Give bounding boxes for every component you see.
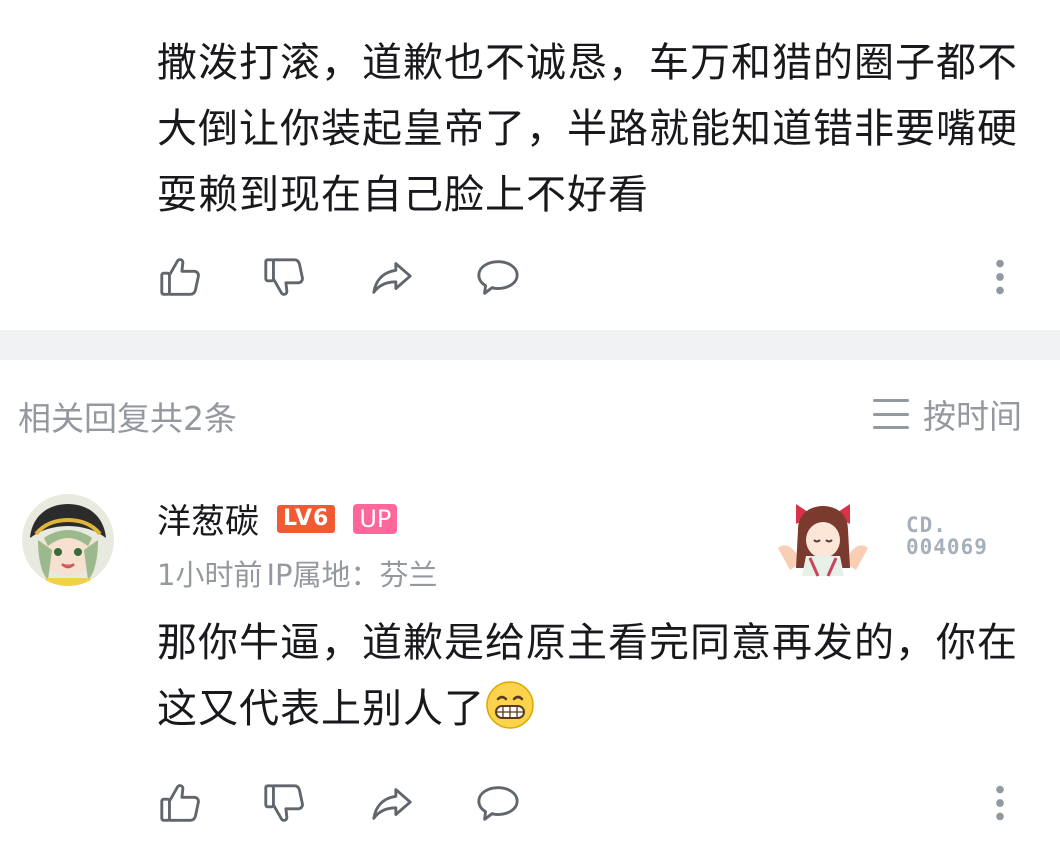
thumbs-up-icon[interactable] xyxy=(155,778,205,828)
comment-icon[interactable] xyxy=(473,252,523,302)
decoration-number: CD. 004069 xyxy=(906,514,988,558)
reply-text: 那你牛逼，道歉是给原主看完同意再发的，你在这又代表上别人了 xyxy=(157,610,1037,742)
section-divider xyxy=(0,330,1060,360)
decoration-number-line1: CD. xyxy=(906,513,947,537)
sort-label: 按时间 xyxy=(923,397,1022,436)
comment-icon[interactable] xyxy=(473,778,523,828)
up-badge: UP xyxy=(353,503,398,534)
username[interactable]: 洋葱碳 xyxy=(157,494,259,543)
reply-meta: 1小时前 IP属地：芬兰 xyxy=(157,552,438,594)
thumbs-down-icon[interactable] xyxy=(259,252,309,302)
sort-toggle-button[interactable]: 按时间 xyxy=(873,390,1022,438)
root-comment-action-bar xyxy=(155,252,1035,302)
grinning-face-icon xyxy=(486,681,534,729)
menu-lines-icon xyxy=(873,399,909,429)
more-vertical-icon[interactable] xyxy=(975,778,1025,828)
replies-count-label: 相关回复共2条 xyxy=(18,399,237,438)
reply-author-row: 洋葱碳 LV6 UP xyxy=(157,494,398,543)
root-comment: 撒泼打滚，道歉也不诚恳，车万和猎的圈子都不大倒让你装起皇帝了，半路就能知道错非要… xyxy=(0,0,1060,330)
level-badge: LV6 xyxy=(277,504,336,533)
share-icon[interactable] xyxy=(367,778,417,828)
reply-time: 1小时前 xyxy=(157,558,263,592)
avatar[interactable] xyxy=(22,494,114,586)
reply-item: 洋葱碳 LV6 UP 1小时前 IP属地：芬兰 CD. 004069 那你牛逼，… xyxy=(0,470,1060,852)
thumbs-up-icon[interactable] xyxy=(155,252,205,302)
root-comment-text: 撒泼打滚，道歉也不诚恳，车万和猎的圈子都不大倒让你装起皇帝了，半路就能知道错非要… xyxy=(157,40,1018,218)
decoration-number-line2: 004069 xyxy=(906,535,988,559)
thumbs-down-icon[interactable] xyxy=(259,778,309,828)
more-vertical-icon[interactable] xyxy=(975,252,1025,302)
share-icon[interactable] xyxy=(367,252,417,302)
reply-ip-location: IP属地：芬兰 xyxy=(266,558,438,592)
reply-action-bar xyxy=(155,778,1035,828)
fan-decoration-card[interactable] xyxy=(768,490,878,582)
replies-header: 相关回复共2条 按时间 xyxy=(0,360,1060,464)
reply-text-content: 那你牛逼，道歉是给原主看完同意再发的，你在这又代表上别人了 xyxy=(157,620,1018,732)
